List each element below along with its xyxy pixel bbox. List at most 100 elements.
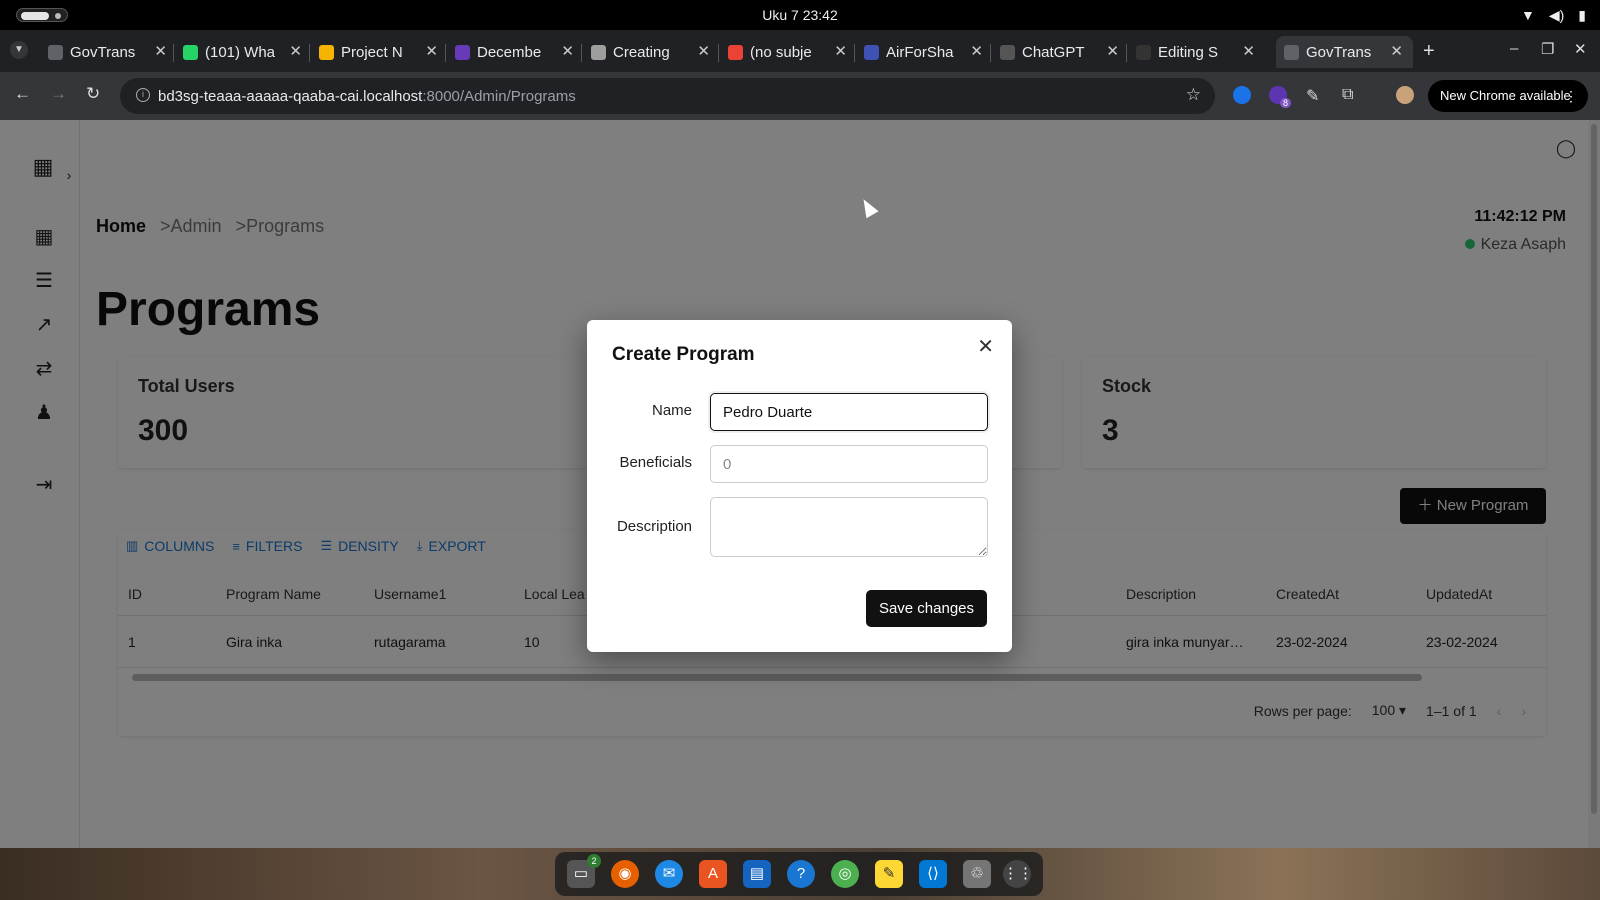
bookmark-star-icon[interactable]: ☆ [1186, 85, 1201, 105]
tab-0[interactable]: GovTrans ✕ [40, 36, 177, 68]
tab-label: Project N [341, 44, 403, 61]
firefox-icon[interactable]: ◉ [611, 860, 639, 888]
tab-5[interactable]: (no subje ✕ [720, 36, 857, 68]
tab-label: (101) Wha [205, 44, 276, 61]
os-top-bar: Uku 7 23:42 ▼ ◀) ▮ [0, 0, 1600, 30]
tab-close-icon[interactable]: ✕ [561, 42, 574, 60]
tab-label: Decembe [477, 44, 542, 61]
system-tray[interactable]: ▼ ◀) ▮ [1521, 7, 1586, 24]
globe-icon [1284, 45, 1299, 60]
extension-badge-count: 8 [1279, 98, 1291, 108]
forms-icon [455, 45, 470, 60]
tab-8[interactable]: Editing S ✕ [1128, 36, 1265, 68]
update-label: New Chrome available [1440, 88, 1571, 103]
extension-icon[interactable] [1233, 86, 1251, 104]
tab-label: GovTrans [1306, 44, 1372, 61]
tab-label: Creating [613, 44, 670, 61]
tab-separator [1126, 44, 1127, 62]
name-input[interactable] [710, 393, 988, 431]
thunderbird-icon[interactable]: ✉ [655, 860, 683, 888]
url-path: :8000/Admin/Programs [422, 88, 576, 105]
tab-2[interactable]: Project N ✕ [311, 36, 448, 68]
volume-icon: ◀) [1548, 7, 1565, 23]
tab-separator [718, 44, 719, 62]
eyedropper-icon[interactable]: ✎ [1306, 86, 1324, 105]
files-icon[interactable]: ▭ 2 [567, 854, 601, 888]
reload-button[interactable]: ↻ [86, 84, 100, 104]
text-editor-icon[interactable]: ✎ [875, 860, 903, 888]
tab-9[interactable]: GovTrans ✕ [1276, 36, 1413, 68]
tab-label: GovTrans [70, 44, 136, 61]
os-clock[interactable]: Uku 7 23:42 [0, 7, 1600, 23]
tab-separator [990, 44, 991, 62]
airforshare-icon [864, 45, 879, 60]
tab-7[interactable]: ChatGPT ✕ [992, 36, 1129, 68]
files-badge: 2 [587, 854, 601, 868]
tab-close-icon[interactable]: ✕ [154, 42, 167, 60]
tab-separator [173, 44, 174, 62]
url-text[interactable]: bd3sg-teaaa-aaaaa-qaaba-cai.localhost:80… [158, 88, 576, 105]
tab-6[interactable]: AirForSha ✕ [856, 36, 993, 68]
create-program-dialog: Create Program ✕ Name Beneficials Descri… [587, 320, 1012, 652]
gmail-icon [728, 45, 743, 60]
tab-close-icon[interactable]: ✕ [1242, 42, 1255, 60]
extension-badge-icon[interactable]: 8 [1269, 86, 1291, 108]
wifi-icon: ▼ [1520, 7, 1535, 23]
vscode-icon[interactable]: ⟨⟩ [919, 860, 947, 888]
back-button[interactable]: ← [14, 84, 31, 104]
tab-close-icon[interactable]: ✕ [289, 42, 302, 60]
dock: ▭ 2 ◉ ✉ A ▤ ? ◎ ✎ ⟨⟩ ♲ ⋮⋮ [555, 852, 1043, 896]
beneficials-input[interactable] [710, 445, 988, 483]
close-icon[interactable]: ✕ [977, 334, 994, 359]
url-host: bd3sg-teaaa-aaaaa-qaaba-cai.localhost [158, 88, 423, 105]
close-window-button[interactable]: ✕ [1574, 40, 1587, 58]
chatgpt-icon [1000, 45, 1015, 60]
minimize-button[interactable]: – [1510, 40, 1518, 57]
tab-label: ChatGPT [1022, 44, 1085, 61]
tab-close-icon[interactable]: ✕ [834, 42, 847, 60]
whatsapp-icon [183, 45, 198, 60]
tab-separator [445, 44, 446, 62]
tab-close-icon[interactable]: ✕ [970, 42, 983, 60]
globe-icon [48, 45, 63, 60]
save-changes-button[interactable]: Save changes [866, 590, 987, 627]
chrome-icon[interactable]: ◎ [831, 860, 859, 888]
tab-3[interactable]: Decembe ✕ [447, 36, 584, 68]
site-info-icon[interactable]: i [136, 88, 150, 102]
new-tab-button[interactable]: + [1423, 40, 1435, 63]
profile-avatar[interactable] [1396, 86, 1414, 104]
tab-close-icon[interactable]: ✕ [1106, 42, 1119, 60]
page-icon [591, 45, 606, 60]
show-apps-icon[interactable]: ⋮⋮ [1003, 860, 1033, 888]
help-icon[interactable]: ? [787, 860, 815, 888]
tab-separator [854, 44, 855, 62]
maximize-button[interactable]: ❐ [1541, 40, 1554, 58]
address-bar[interactable]: i bd3sg-teaaa-aaaaa-qaaba-cai.localhost:… [120, 78, 1215, 114]
tab-separator [581, 44, 582, 62]
writer-icon[interactable]: ▤ [743, 860, 771, 888]
tab-label: AirForSha [886, 44, 954, 61]
kebab-menu-icon[interactable]: ⋮ [1564, 80, 1578, 112]
tab-close-icon[interactable]: ✕ [425, 42, 438, 60]
beneficials-label: Beneficials [619, 454, 692, 471]
app-center-icon[interactable]: A [699, 860, 727, 888]
tab-1[interactable]: (101) Wha ✕ [175, 36, 312, 68]
description-label: Description [616, 518, 692, 535]
dialog-title: Create Program [612, 344, 755, 365]
tab-close-icon[interactable]: ✕ [1390, 42, 1403, 60]
extensions-puzzle-icon[interactable]: ⧉ [1342, 86, 1360, 104]
name-label: Name [651, 402, 692, 419]
tab-label: (no subje [750, 44, 812, 61]
tab-close-icon[interactable]: ✕ [697, 42, 710, 60]
tab-separator [309, 44, 310, 62]
tab-search-button[interactable]: ▼ [10, 41, 28, 59]
forward-button[interactable]: → [50, 84, 67, 104]
new-chrome-available-button[interactable]: New Chrome available ⋮ [1428, 80, 1588, 112]
battery-icon: ▮ [1578, 7, 1586, 23]
github-icon [1136, 45, 1151, 60]
tab-label: Editing S [1158, 44, 1219, 61]
slides-icon [319, 45, 334, 60]
description-textarea[interactable] [710, 497, 988, 557]
trash-icon[interactable]: ♲ [963, 860, 991, 888]
tab-4[interactable]: Creating ✕ [583, 36, 720, 68]
